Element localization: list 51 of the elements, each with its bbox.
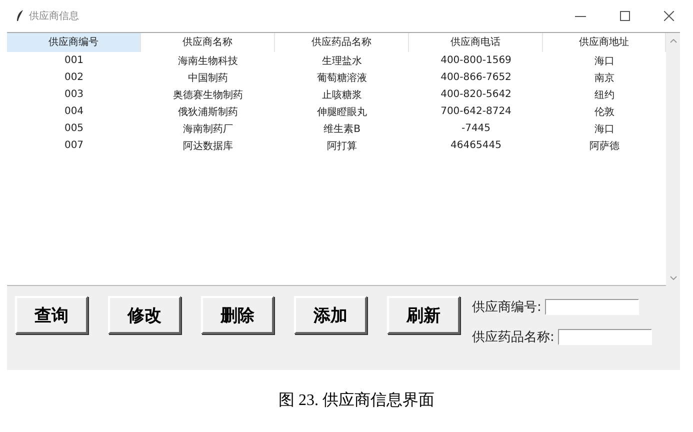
table-cell-text: 46465445 [450, 140, 502, 151]
table-cell-text: 400-800-1569 [440, 55, 512, 66]
table-cell-text: 400-866-7652 [440, 72, 512, 83]
table-cell-text: 007 [63, 140, 85, 151]
window-title: 供应商信息 [29, 10, 79, 23]
table-cell-text: 400-820-5642 [440, 89, 512, 100]
figure-caption: 图 23. 供应商信息界面 [278, 390, 436, 411]
table-cell-text: 止咳糖浆 [321, 88, 363, 102]
table-cell-text: 阿萨德 [588, 140, 620, 152]
action-button[interactable]: 刷新 [387, 296, 460, 334]
close-icon[interactable] [664, 11, 674, 21]
field-label: 供应药品名称: [472, 329, 554, 346]
maximize-icon[interactable] [620, 11, 630, 21]
table-cell-text: 纽约 [594, 88, 616, 102]
column-header[interactable]: 供应商电话 [409, 33, 543, 52]
table-cell-text: 伸腿瞪眼丸 [316, 106, 368, 118]
scroll-down-icon[interactable] [670, 276, 676, 280]
table-cell-text: 海口 [594, 54, 616, 68]
table-cell-text: 海南生物科技 [177, 54, 239, 68]
table-cell-text: 海南制药厂 [182, 122, 234, 136]
table-cell-text: 俄狄浦斯制药 [177, 106, 239, 118]
table-cell-text: 004 [63, 106, 85, 117]
table-cell-text: 南京 [594, 72, 616, 84]
table-cell-text: 阿打算 [326, 140, 358, 152]
input-field[interactable] [545, 299, 640, 315]
table-cell-text: 001 [63, 55, 85, 66]
feather-icon [16, 10, 24, 22]
scrollbar[interactable] [666, 33, 680, 286]
table-cell-text: 奥德赛生物制药 [172, 88, 244, 102]
table-cell-text: -7445 [460, 123, 492, 134]
column-header[interactable]: 供应商名称 [141, 33, 275, 52]
column-header[interactable]: 供应药品名称 [275, 33, 409, 52]
table-cell-text: 003 [63, 89, 85, 100]
table-cell-text: 002 [63, 72, 85, 83]
action-button[interactable]: 添加 [294, 296, 367, 334]
table-cell-text: 阿达数据库 [182, 140, 234, 152]
table-cell-text: 中国制药 [187, 72, 229, 84]
action-button[interactable]: 查询 [15, 296, 88, 334]
input-field[interactable] [558, 329, 652, 345]
table-cell-text: 700-642-8724 [440, 106, 512, 117]
column-header[interactable]: 供应商编号 [7, 33, 141, 52]
table-cell-text: 生理盐水 [321, 54, 363, 68]
table-cell-text: 维生素B [322, 122, 362, 136]
scroll-up-icon[interactable] [670, 39, 676, 43]
table-cell-text: 伦敦 [594, 106, 616, 118]
action-button[interactable]: 删除 [201, 296, 274, 334]
table-cell-text: 005 [63, 123, 85, 134]
action-button[interactable]: 修改 [108, 296, 181, 334]
field-label: 供应商编号: [472, 299, 542, 316]
table-cell-text: 海口 [594, 122, 616, 136]
table-cell-text: 葡萄糖溶液 [316, 72, 368, 84]
